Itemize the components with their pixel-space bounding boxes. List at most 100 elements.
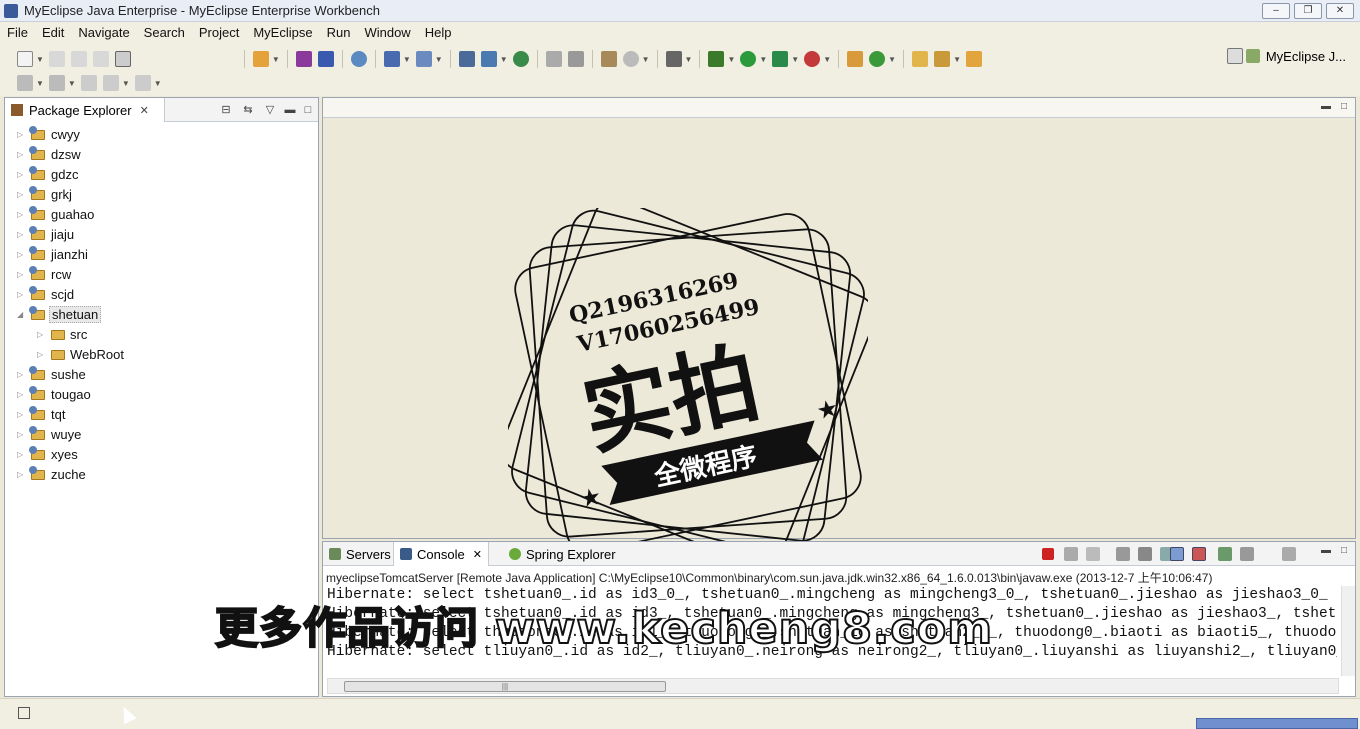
tree-item-shetuan[interactable]: ◢ shetuan bbox=[5, 304, 318, 324]
binary-icon[interactable] bbox=[114, 51, 131, 67]
expand-arrow-icon[interactable]: ▷ bbox=[17, 150, 27, 159]
open-console-icon[interactable] bbox=[1282, 547, 1296, 561]
tree-item-xyes[interactable]: ▷ xyes bbox=[5, 444, 318, 464]
perspective-switcher[interactable]: MyEclipse J... bbox=[1224, 48, 1346, 64]
deploy-icon[interactable] bbox=[295, 51, 312, 67]
show-stdout-icon[interactable] bbox=[1170, 547, 1184, 561]
show-stderr-icon[interactable] bbox=[1192, 547, 1206, 561]
debug-icon[interactable] bbox=[708, 51, 725, 67]
clear-console-icon[interactable] bbox=[1116, 547, 1130, 561]
tree-item-zuche[interactable]: ▷ zuche bbox=[5, 464, 318, 484]
menu-window[interactable]: Window bbox=[357, 25, 417, 40]
dropdown-arrow-icon[interactable]: ▼ bbox=[122, 79, 130, 88]
tree-item-gdzc[interactable]: ▷ gdzc bbox=[5, 164, 318, 184]
collapse-arrow-icon[interactable]: ◢ bbox=[17, 310, 27, 319]
expand-arrow-icon[interactable]: ▷ bbox=[17, 130, 27, 139]
dropdown-arrow-icon[interactable]: ▼ bbox=[272, 55, 280, 64]
expand-arrow-icon[interactable]: ▷ bbox=[17, 170, 27, 179]
remove-all-icon[interactable] bbox=[1086, 547, 1100, 561]
new-package-icon[interactable] bbox=[869, 51, 886, 67]
annotation-icon[interactable] bbox=[17, 75, 33, 91]
maximize-editor-icon[interactable]: □ bbox=[1337, 101, 1351, 113]
expand-arrow-icon[interactable]: ▷ bbox=[17, 450, 27, 459]
menu-navigate[interactable]: Navigate bbox=[71, 25, 136, 40]
remove-launch-icon[interactable] bbox=[1064, 547, 1078, 561]
tree-item-wuye[interactable]: ▷ wuye bbox=[5, 424, 318, 444]
view-menu-icon[interactable]: ▽ bbox=[263, 103, 277, 117]
menu-run[interactable]: Run bbox=[320, 25, 358, 40]
terminate-icon[interactable] bbox=[1042, 548, 1054, 560]
tree-item-src[interactable]: ▷ src bbox=[5, 324, 318, 344]
close-icon[interactable]: ✕ bbox=[140, 104, 149, 117]
tree-item-dzsw[interactable]: ▷ dzsw bbox=[5, 144, 318, 164]
tree-item-rcw[interactable]: ▷ rcw bbox=[5, 264, 318, 284]
tree-item-tqt[interactable]: ▷ tqt bbox=[5, 404, 318, 424]
new-class-icon[interactable] bbox=[847, 51, 864, 67]
settings-icon[interactable] bbox=[622, 51, 639, 67]
expand-arrow-icon[interactable]: ▷ bbox=[37, 350, 47, 359]
pen-icon[interactable] bbox=[934, 51, 951, 67]
expand-arrow-icon[interactable]: ▷ bbox=[17, 410, 27, 419]
globe-icon[interactable] bbox=[512, 51, 529, 67]
dropdown-arrow-icon[interactable]: ▼ bbox=[403, 55, 411, 64]
menu-project[interactable]: Project bbox=[192, 25, 246, 40]
fast-view-icon[interactable] bbox=[18, 707, 30, 719]
image-icon[interactable] bbox=[600, 51, 617, 67]
last-edit-icon[interactable] bbox=[80, 75, 97, 91]
dropdown-arrow-icon[interactable]: ▼ bbox=[759, 55, 767, 64]
close-icon[interactable]: ✕ bbox=[473, 548, 482, 561]
tree-item-grkj[interactable]: ▷ grkj bbox=[5, 184, 318, 204]
dropdown-arrow-icon[interactable]: ▼ bbox=[791, 55, 799, 64]
pin-console-icon[interactable] bbox=[1218, 547, 1232, 561]
expand-arrow-icon[interactable]: ▷ bbox=[17, 290, 27, 299]
redo-icon[interactable] bbox=[567, 51, 584, 67]
tree-item-jiaju[interactable]: ▷ jiaju bbox=[5, 224, 318, 244]
expand-arrow-icon[interactable]: ▷ bbox=[17, 390, 27, 399]
save-icon[interactable] bbox=[48, 51, 65, 67]
vertical-scrollbar[interactable] bbox=[1341, 586, 1355, 676]
menu-help[interactable]: Help bbox=[418, 25, 459, 40]
collapse-all-icon[interactable]: ⊟ bbox=[219, 103, 233, 117]
tree-item-webroot[interactable]: ▷ WebRoot bbox=[5, 344, 318, 364]
save-all-icon[interactable] bbox=[70, 51, 87, 67]
dropdown-arrow-icon[interactable]: ▼ bbox=[823, 55, 831, 64]
tree-item-cwyy[interactable]: ▷ cwyy bbox=[5, 124, 318, 144]
menu-file[interactable]: File bbox=[0, 25, 35, 40]
db-icon[interactable] bbox=[480, 51, 497, 67]
folder-open-icon[interactable] bbox=[965, 51, 982, 67]
package-icon[interactable] bbox=[317, 51, 334, 67]
tree-item-scjd[interactable]: ▷ scjd bbox=[5, 284, 318, 304]
maximize-console-icon[interactable]: □ bbox=[1337, 545, 1351, 557]
menu-myeclipse[interactable]: MyEclipse bbox=[246, 25, 319, 40]
dropdown-arrow-icon[interactable]: ▼ bbox=[727, 55, 735, 64]
tab-console[interactable]: Console ✕ bbox=[393, 542, 489, 566]
dropdown-arrow-icon[interactable]: ▼ bbox=[154, 79, 162, 88]
forward-arrow-icon[interactable] bbox=[134, 75, 151, 91]
run-icon[interactable] bbox=[740, 51, 757, 67]
minimize-button[interactable]: ‒ bbox=[1262, 3, 1290, 19]
expand-arrow-icon[interactable]: ▷ bbox=[17, 370, 27, 379]
dropdown-arrow-icon[interactable]: ▼ bbox=[953, 55, 961, 64]
scrollbar-thumb[interactable]: ||| bbox=[344, 681, 666, 692]
dropdown-arrow-icon[interactable]: ▼ bbox=[36, 55, 44, 64]
tab-servers[interactable]: Servers bbox=[323, 542, 397, 566]
dropdown-arrow-icon[interactable]: ▼ bbox=[68, 79, 76, 88]
tab-package-explorer[interactable]: Package Explorer ✕ bbox=[5, 98, 165, 122]
expand-arrow-icon[interactable]: ▷ bbox=[17, 230, 27, 239]
dropdown-arrow-icon[interactable]: ▼ bbox=[500, 55, 508, 64]
restore-button[interactable]: ❐ bbox=[1294, 3, 1322, 19]
open-type-icon[interactable] bbox=[912, 51, 929, 67]
expand-arrow-icon[interactable]: ▷ bbox=[17, 210, 27, 219]
open-perspective-icon[interactable] bbox=[1226, 48, 1243, 64]
expand-arrow-icon[interactable]: ▷ bbox=[17, 430, 27, 439]
expand-arrow-icon[interactable]: ▷ bbox=[17, 470, 27, 479]
menu-edit[interactable]: Edit bbox=[35, 25, 71, 40]
display-console-icon[interactable] bbox=[1240, 547, 1254, 561]
horizontal-scrollbar[interactable]: ||| bbox=[327, 678, 1339, 694]
dropdown-arrow-icon[interactable]: ▼ bbox=[888, 55, 896, 64]
expand-arrow-icon[interactable]: ▷ bbox=[17, 250, 27, 259]
dropdown-arrow-icon[interactable]: ▼ bbox=[36, 79, 44, 88]
back-arrow-icon[interactable] bbox=[102, 75, 119, 91]
expand-arrow-icon[interactable]: ▷ bbox=[17, 270, 27, 279]
print-icon[interactable] bbox=[92, 51, 109, 67]
